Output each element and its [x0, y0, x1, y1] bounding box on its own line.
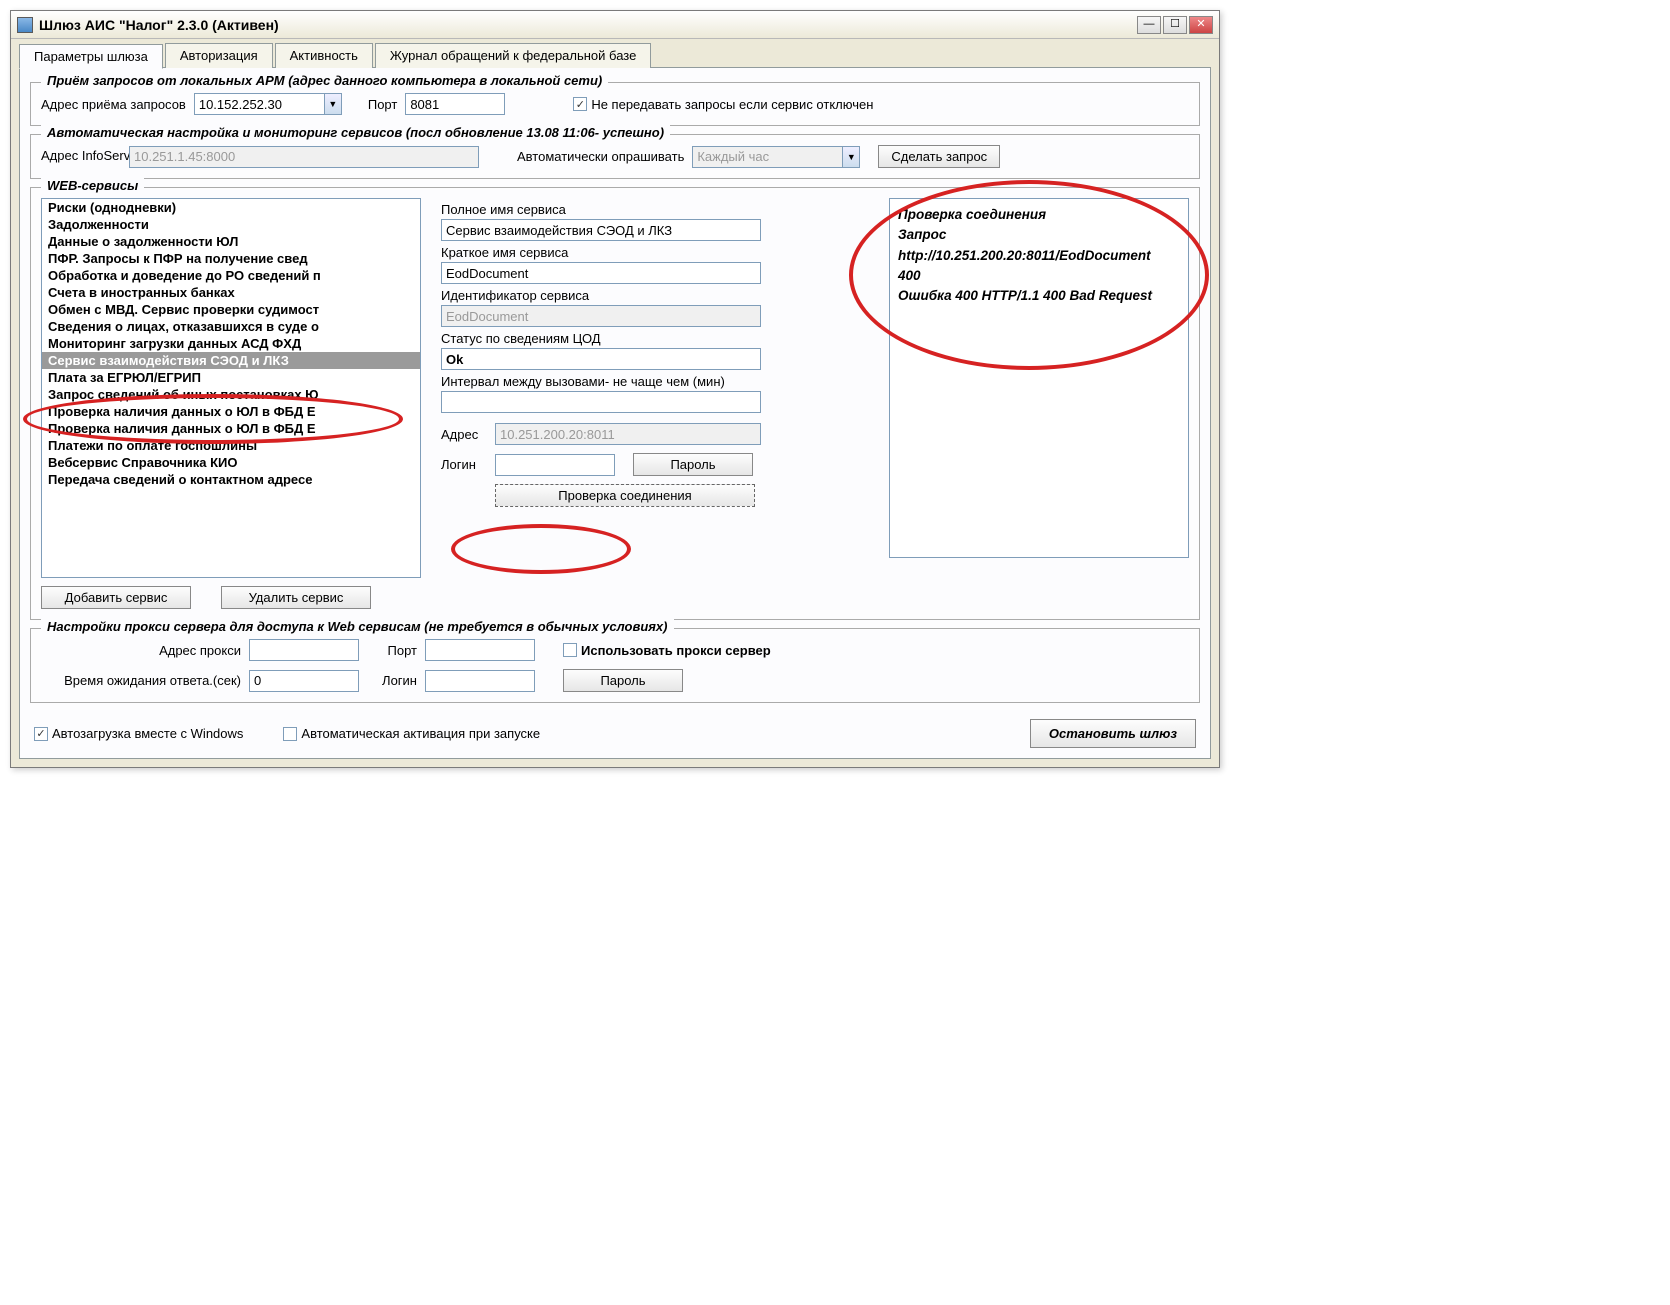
list-item[interactable]: Плата за ЕГРЮЛ/ЕГРИП: [42, 369, 420, 386]
list-item[interactable]: Запрос сведений об иных постановках Ю: [42, 386, 420, 403]
proxy-login-label: Логин: [367, 673, 417, 688]
list-item[interactable]: Проверка наличия данных о ЮЛ в ФБД Е: [42, 403, 420, 420]
section-local-legend: Приём запросов от локальных АРМ (адрес д…: [41, 73, 608, 88]
autoload-label: Автозагрузка вместе с Windows: [52, 726, 243, 741]
section-auto-legend: Автоматическая настройка и мониторинг се…: [41, 125, 670, 140]
poll-input: [692, 146, 842, 168]
local-addr-combo[interactable]: ▼: [194, 93, 342, 115]
infoservice-addr-label: Адрес InfoService: [41, 149, 121, 163]
tab-strip: Параметры шлюза Авторизация Активность Ж…: [19, 43, 1211, 68]
use-proxy-label: Использовать прокси сервер: [581, 643, 771, 658]
local-addr-label: Адрес приёма запросов: [41, 97, 186, 112]
proxy-timeout-label: Время ожидания ответа.(сек): [41, 673, 241, 688]
autoload-checkbox[interactable]: ✓ Автозагрузка вместе с Windows: [34, 726, 243, 741]
list-item[interactable]: Задолженности: [42, 216, 420, 233]
service-addr-label: Адрес: [441, 427, 487, 442]
tab-auth[interactable]: Авторизация: [165, 43, 273, 68]
proxy-port-label: Порт: [367, 643, 417, 658]
service-login-input[interactable]: [495, 454, 615, 476]
local-addr-input[interactable]: [194, 93, 324, 115]
local-port-input[interactable]: [405, 93, 505, 115]
list-item[interactable]: Счета в иностранных банках: [42, 284, 420, 301]
make-request-button[interactable]: Сделать запрос: [878, 145, 1000, 168]
service-password-button[interactable]: Пароль: [633, 453, 753, 476]
list-item[interactable]: Проверка наличия данных о ЮЛ в ФБД Е: [42, 420, 420, 437]
tab-journal[interactable]: Журнал обращений к федеральной базе: [375, 43, 651, 68]
annotation-circle-login: [451, 524, 631, 574]
full-name-label: Полное имя сервиса: [441, 202, 869, 217]
window-title: Шлюз АИС "Налог" 2.3.0 (Активен): [39, 17, 1137, 33]
service-listbox[interactable]: Риски (однодневки)ЗадолженностиДанные о …: [41, 198, 421, 578]
section-web-services: WEB-сервисы Риски (однодневки)Задолженно…: [30, 187, 1200, 620]
tab-body: Приём запросов от локальных АРМ (адрес д…: [19, 67, 1211, 759]
minimize-button[interactable]: —: [1137, 16, 1161, 34]
proxy-addr-input[interactable]: [249, 639, 359, 661]
infoservice-addr-input: [129, 146, 479, 168]
list-item[interactable]: Передача сведений о контактном адресе: [42, 471, 420, 488]
interval-input[interactable]: [441, 391, 761, 413]
proxy-addr-label: Адрес прокси: [41, 643, 241, 658]
list-item[interactable]: Мониторинг загрузки данных АСД ФХД: [42, 335, 420, 352]
list-item[interactable]: ПФР. Запросы к ПФР на получение свед: [42, 250, 420, 267]
service-login-label: Логин: [441, 457, 487, 472]
tab-params[interactable]: Параметры шлюза: [19, 44, 163, 69]
list-item[interactable]: Вебсервис Справочника КИО: [42, 454, 420, 471]
service-id-label: Идентификатор сервиса: [441, 288, 869, 303]
status-label: Статус по сведениям ЦОД: [441, 331, 869, 346]
section-proxy-legend: Настройки прокси сервера для доступа к W…: [41, 619, 674, 634]
checkbox-icon: [563, 643, 577, 657]
proxy-login-input[interactable]: [425, 670, 535, 692]
list-item[interactable]: Данные о задолженности ЮЛ: [42, 233, 420, 250]
local-port-label: Порт: [368, 97, 397, 112]
add-service-button[interactable]: Добавить сервис: [41, 586, 191, 609]
short-name-label: Краткое имя сервиса: [441, 245, 869, 260]
stop-gateway-button[interactable]: Остановить шлюз: [1030, 719, 1196, 748]
list-item[interactable]: Обмен с МВД. Сервис проверки судимост: [42, 301, 420, 318]
autoactivate-checkbox[interactable]: Автоматическая активация при запуске: [283, 726, 540, 741]
use-proxy-checkbox[interactable]: Использовать прокси сервер: [563, 643, 771, 658]
proxy-timeout-input[interactable]: [249, 670, 359, 692]
service-id-input: [441, 305, 761, 327]
delete-service-button[interactable]: Удалить сервис: [221, 586, 371, 609]
list-item[interactable]: Риски (однодневки): [42, 199, 420, 216]
check-icon: ✓: [34, 727, 48, 741]
list-item[interactable]: Обработка и доведение до РО сведений п: [42, 267, 420, 284]
list-item[interactable]: Сервис взаимодействия СЭОД и ЛКЗ: [42, 352, 420, 369]
no-forward-checkbox[interactable]: ✓ Не передавать запросы если сервис откл…: [573, 97, 873, 112]
close-button[interactable]: ✕: [1189, 16, 1213, 34]
no-forward-label: Не передавать запросы если сервис отключ…: [591, 97, 873, 112]
titlebar: Шлюз АИС "Налог" 2.3.0 (Активен) — ☐ ✕: [11, 11, 1219, 39]
poll-label: Автоматически опрашивать: [517, 149, 684, 164]
tab-activity[interactable]: Активность: [275, 43, 373, 68]
status-input[interactable]: [441, 348, 761, 370]
check-connection-button[interactable]: Проверка соединения: [495, 484, 755, 507]
full-name-input[interactable]: [441, 219, 761, 241]
service-addr-input: [495, 423, 761, 445]
poll-combo[interactable]: ▼: [692, 146, 860, 168]
app-window: Шлюз АИС "Налог" 2.3.0 (Активен) — ☐ ✕ П…: [10, 10, 1220, 768]
short-name-input[interactable]: [441, 262, 761, 284]
app-icon: [17, 17, 33, 33]
section-local-requests: Приём запросов от локальных АРМ (адрес д…: [30, 82, 1200, 126]
section-auto-config: Автоматическая настройка и мониторинг се…: [30, 134, 1200, 179]
checkbox-icon: [283, 727, 297, 741]
footer-row: ✓ Автозагрузка вместе с Windows Автомати…: [30, 711, 1200, 748]
list-item[interactable]: Сведения о лицах, отказавшихся в суде о: [42, 318, 420, 335]
local-addr-dropdown[interactable]: ▼: [324, 93, 342, 115]
list-item[interactable]: Платежи по оплате госпошлины: [42, 437, 420, 454]
autoactivate-label: Автоматическая активация при запуске: [301, 726, 540, 741]
poll-dropdown[interactable]: ▼: [842, 146, 860, 168]
check-icon: ✓: [573, 97, 587, 111]
interval-label: Интервал между вызовами- не чаще чем (ми…: [441, 374, 869, 389]
proxy-password-button[interactable]: Пароль: [563, 669, 683, 692]
section-web-legend: WEB-сервисы: [41, 178, 144, 193]
section-proxy: Настройки прокси сервера для доступа к W…: [30, 628, 1200, 703]
maximize-button[interactable]: ☐: [1163, 16, 1187, 34]
connection-result-panel: Проверка соединенияЗапросhttp://10.251.2…: [889, 198, 1189, 558]
proxy-port-input[interactable]: [425, 639, 535, 661]
